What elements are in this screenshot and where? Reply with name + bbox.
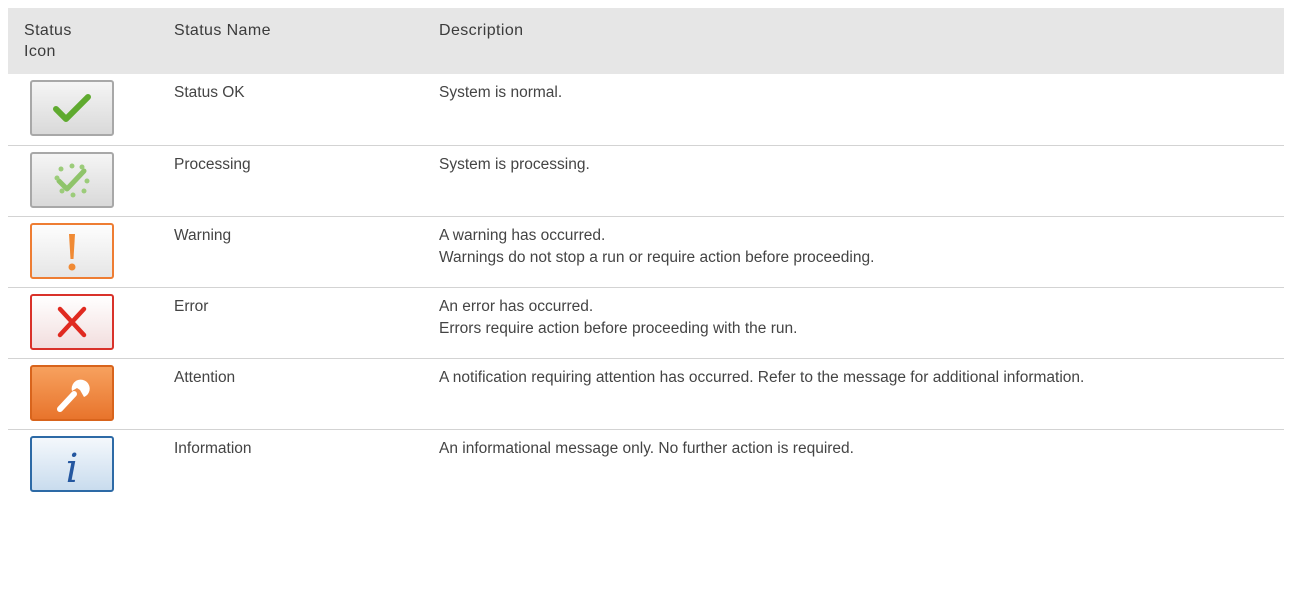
table-row: Attention A notification requiring atten… [8, 358, 1284, 429]
status-description: An error has occurred. Errors require ac… [423, 287, 1284, 358]
description-line: System is processing. [439, 155, 590, 173]
description-line: Errors require action before proceeding … [439, 319, 798, 337]
warning-icon [30, 222, 114, 279]
table-row: Status OK System is normal. [8, 74, 1284, 145]
status-description: System is processing. [423, 145, 1284, 216]
description-line: A warning has occurred. [439, 226, 606, 244]
description-line: A notification requiring attention has o… [439, 368, 1085, 386]
header-status-name: Status Name [174, 22, 271, 39]
table-row: Warning A warning has occurred. Warnings… [8, 216, 1284, 287]
table-row: i Information An informational message o… [8, 429, 1284, 500]
status-description: System is normal. [423, 74, 1284, 145]
status-icon-table: Status Icon Status Name Description Stat… [8, 8, 1284, 500]
status-name: Warning [174, 226, 232, 244]
svg-text:i: i [66, 446, 79, 490]
description-line: An informational message only. No furthe… [439, 439, 854, 457]
status-name: Processing [174, 155, 251, 173]
status-name: Error [174, 297, 209, 315]
info-icon: i [30, 435, 114, 492]
processing-icon [30, 151, 114, 208]
table-row: Error An error has occurred. Errors requ… [8, 287, 1284, 358]
table-row: Processing System is processing. [8, 145, 1284, 216]
header-status-icon: Status Icon [24, 22, 72, 60]
wrench-icon [30, 364, 114, 421]
error-icon [30, 293, 114, 350]
status-description: A notification requiring attention has o… [423, 358, 1284, 429]
status-name: Attention [174, 368, 236, 386]
description-line: System is normal. [439, 84, 563, 101]
checkmark-icon [30, 80, 114, 136]
description-line: Warnings do not stop a run or require ac… [439, 248, 875, 266]
status-description: An informational message only. No furthe… [423, 429, 1284, 500]
table-header-row: Status Icon Status Name Description [8, 8, 1284, 74]
status-name: Information [174, 439, 252, 457]
status-description: A warning has occurred. Warnings do not … [423, 216, 1284, 287]
header-description: Description [439, 22, 524, 39]
description-line: An error has occurred. [439, 297, 594, 315]
status-name: Status OK [174, 84, 245, 101]
